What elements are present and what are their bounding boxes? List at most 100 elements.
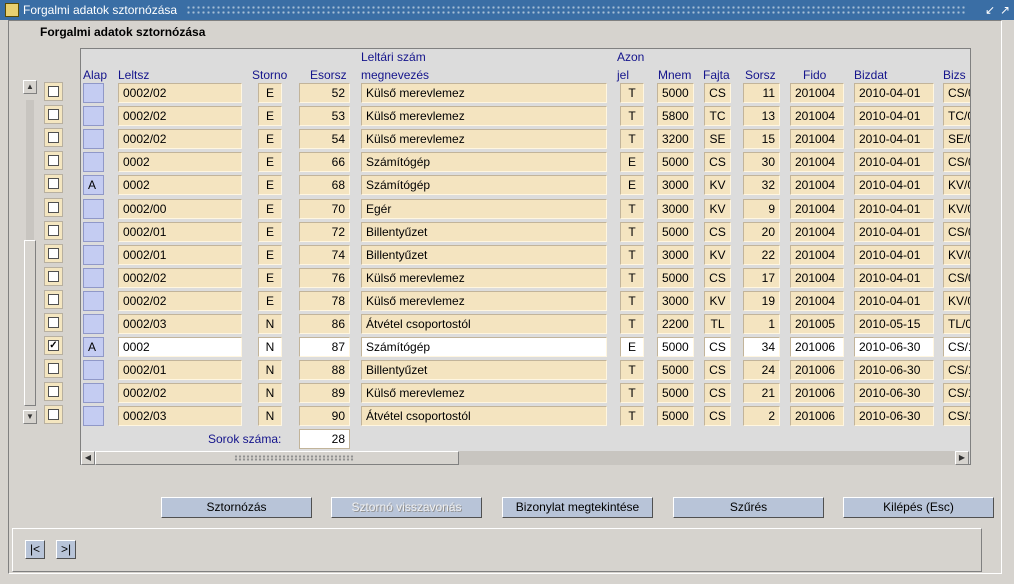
cell-mnem[interactable]: 3000 — [657, 199, 694, 219]
cell-esorsz[interactable]: 76 — [299, 268, 350, 288]
cell-alap[interactable] — [83, 83, 104, 103]
cell-azon[interactable]: T — [620, 360, 644, 380]
cell-mnem[interactable]: 3200 — [657, 129, 694, 149]
cell-bizdat[interactable]: 2010-04-01 — [854, 83, 934, 103]
cell-fajta[interactable]: KV — [704, 199, 731, 219]
cell-fido[interactable]: 201006 — [790, 337, 844, 357]
row-checkbox[interactable] — [48, 202, 59, 213]
cell-azon[interactable]: E — [620, 337, 644, 357]
cell-storno[interactable]: E — [258, 222, 282, 242]
cell-mnem[interactable]: 3000 — [657, 245, 694, 265]
cell-mnem[interactable]: 5000 — [657, 152, 694, 172]
cell-esorsz[interactable]: 66 — [299, 152, 350, 172]
cell-mnem[interactable]: 5000 — [657, 268, 694, 288]
storno-button[interactable]: Sztornózás — [161, 497, 312, 518]
cell-fido[interactable]: 201004 — [790, 152, 844, 172]
cell-esorsz[interactable]: 54 — [299, 129, 350, 149]
cell-fajta[interactable]: SE — [704, 129, 731, 149]
cell-bizs[interactable]: SE/0 — [943, 129, 970, 149]
cell-leltsz[interactable]: 0002/02 — [118, 291, 242, 311]
cell-fajta[interactable]: CS — [704, 406, 731, 426]
cell-leltsz[interactable]: 0002/01 — [118, 245, 242, 265]
cell-alap[interactable] — [83, 245, 104, 265]
cell-storno[interactable]: E — [258, 291, 282, 311]
cell-mnem[interactable]: 3000 — [657, 175, 694, 195]
cell-azon[interactable]: T — [620, 129, 644, 149]
scroll-down-icon[interactable]: ▼ — [23, 410, 37, 424]
cell-azon[interactable]: T — [620, 268, 644, 288]
cell-mnem[interactable]: 5000 — [657, 383, 694, 403]
cell-bizs[interactable]: CS/1 — [943, 337, 970, 357]
cell-fajta[interactable]: KV — [704, 291, 731, 311]
maximize-icon[interactable]: ↗ — [997, 2, 1013, 18]
cell-bizs[interactable]: KV/0 — [943, 245, 970, 265]
cell-azon[interactable]: T — [620, 222, 644, 242]
cell-bizs[interactable]: CS/0 — [943, 222, 970, 242]
cell-fido[interactable]: 201004 — [790, 129, 844, 149]
cell-bizdat[interactable]: 2010-04-01 — [854, 106, 934, 126]
row-checkbox[interactable] — [48, 248, 59, 259]
row-checkbox[interactable] — [48, 271, 59, 282]
cell-fido[interactable]: 201004 — [790, 245, 844, 265]
cell-azon[interactable]: T — [620, 199, 644, 219]
cell-fido[interactable]: 201004 — [790, 268, 844, 288]
cell-leltsz[interactable]: 0002/02 — [118, 83, 242, 103]
cell-esorsz[interactable]: 74 — [299, 245, 350, 265]
cell-esorsz[interactable]: 68 — [299, 175, 350, 195]
cell-azon[interactable]: T — [620, 106, 644, 126]
cell-fido[interactable]: 201004 — [790, 291, 844, 311]
cell-mnem[interactable]: 5000 — [657, 222, 694, 242]
exit-button[interactable]: Kilépés (Esc) — [843, 497, 994, 518]
cell-bizdat[interactable]: 2010-06-30 — [854, 383, 934, 403]
cell-esorsz[interactable]: 53 — [299, 106, 350, 126]
cell-esorsz[interactable]: 78 — [299, 291, 350, 311]
row-checkbox[interactable]: ✓ — [48, 340, 59, 351]
cell-leltsz[interactable]: 0002/02 — [118, 106, 242, 126]
cell-mnem[interactable]: 5000 — [657, 406, 694, 426]
cell-megnev[interactable]: Külső merevlemez — [361, 83, 607, 103]
cell-megnev[interactable]: Átvétel csoportostól — [361, 406, 607, 426]
cell-azon[interactable]: T — [620, 245, 644, 265]
cell-bizs[interactable]: CS/0 — [943, 268, 970, 288]
cell-sorsz[interactable]: 13 — [743, 106, 780, 126]
cell-sorsz[interactable]: 32 — [743, 175, 780, 195]
cell-bizdat[interactable]: 2010-06-30 — [854, 406, 934, 426]
minimize-icon[interactable]: ↙ — [982, 2, 998, 18]
cell-alap[interactable] — [83, 106, 104, 126]
row-checkbox[interactable] — [48, 155, 59, 166]
cell-megnev[interactable]: Külső merevlemez — [361, 268, 607, 288]
storno-undo-button[interactable]: Sztornó visszavonás — [331, 497, 482, 518]
cell-storno[interactable]: E — [258, 152, 282, 172]
cell-fido[interactable]: 201004 — [790, 175, 844, 195]
cell-bizdat[interactable]: 2010-04-01 — [854, 199, 934, 219]
cell-fido[interactable]: 201006 — [790, 406, 844, 426]
cell-alap[interactable] — [83, 360, 104, 380]
cell-sorsz[interactable]: 9 — [743, 199, 780, 219]
cell-bizdat[interactable]: 2010-04-01 — [854, 129, 934, 149]
cell-bizs[interactable]: TC/0 — [943, 106, 970, 126]
cell-alap[interactable] — [83, 152, 104, 172]
row-checkbox[interactable] — [48, 363, 59, 374]
cell-fido[interactable]: 201004 — [790, 106, 844, 126]
cell-leltsz[interactable]: 0002/03 — [118, 406, 242, 426]
row-checkbox[interactable] — [48, 178, 59, 189]
cell-leltsz[interactable]: 0002 — [118, 337, 242, 357]
cell-fajta[interactable]: CS — [704, 268, 731, 288]
cell-storno[interactable]: E — [258, 175, 282, 195]
cell-sorsz[interactable]: 19 — [743, 291, 780, 311]
cell-bizdat[interactable]: 2010-06-30 — [854, 360, 934, 380]
cell-alap[interactable] — [83, 222, 104, 242]
cell-storno[interactable]: N — [258, 314, 282, 334]
cell-megnev[interactable]: Billentyűzet — [361, 245, 607, 265]
cell-storno[interactable]: E — [258, 129, 282, 149]
cell-megnev[interactable]: Külső merevlemez — [361, 383, 607, 403]
cell-megnev[interactable]: Billentyűzet — [361, 222, 607, 242]
cell-bizs[interactable]: CS/0 — [943, 152, 970, 172]
cell-esorsz[interactable]: 86 — [299, 314, 350, 334]
cell-megnev[interactable]: Külső merevlemez — [361, 106, 607, 126]
row-checkbox[interactable] — [48, 317, 59, 328]
cell-storno[interactable]: E — [258, 83, 282, 103]
row-checkbox[interactable] — [48, 294, 59, 305]
cell-sorsz[interactable]: 20 — [743, 222, 780, 242]
cell-bizs[interactable]: CS/0 — [943, 83, 970, 103]
